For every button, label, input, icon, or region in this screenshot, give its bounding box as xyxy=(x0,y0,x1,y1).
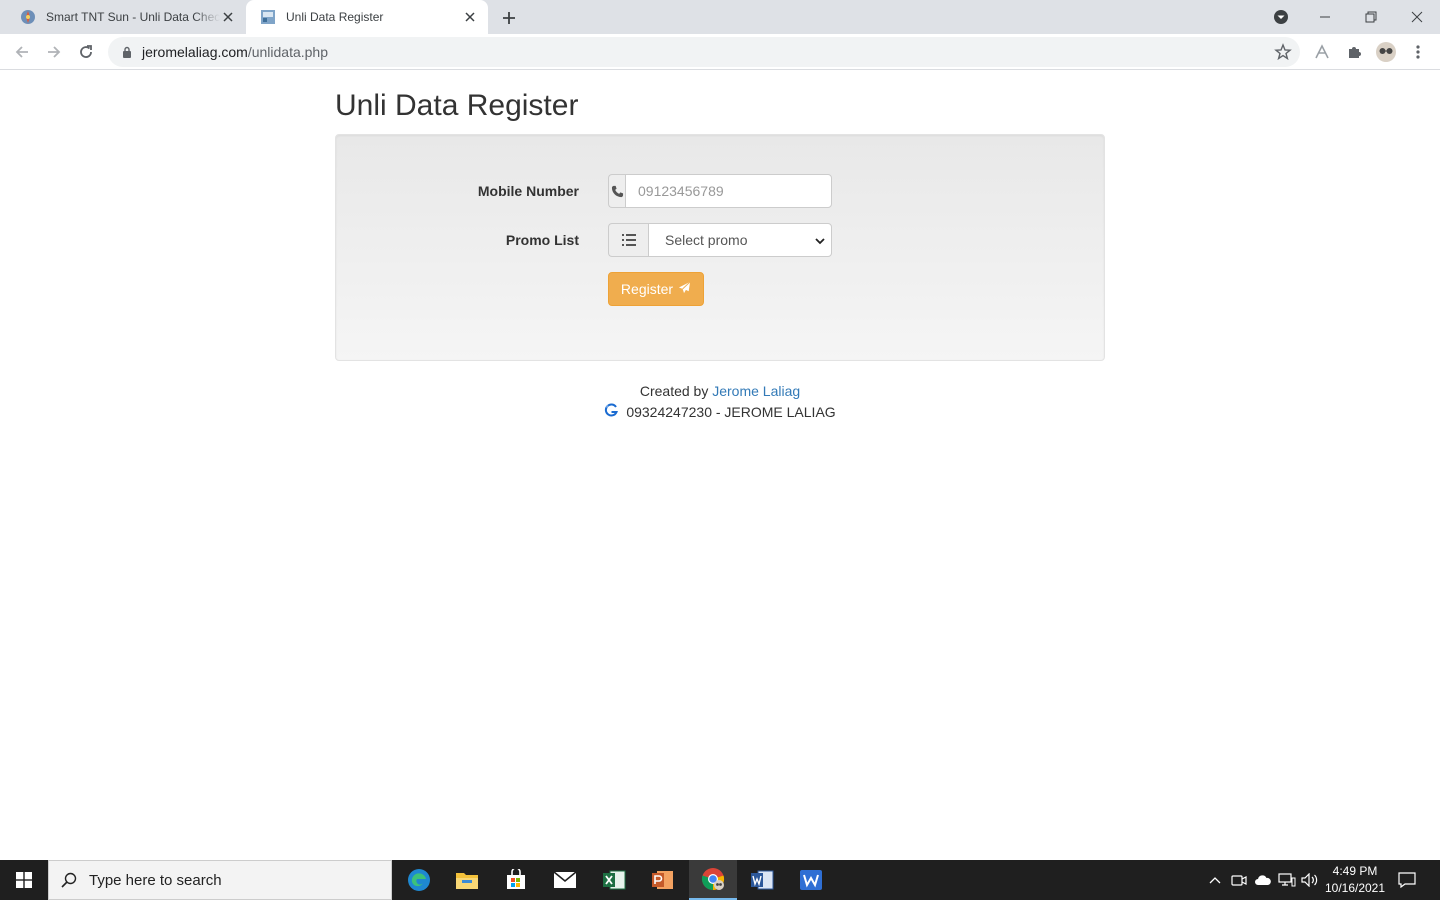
tab-title: Unli Data Register xyxy=(286,10,384,24)
new-tab-button[interactable] xyxy=(498,7,520,29)
send-icon xyxy=(678,281,691,297)
notification-center-icon[interactable] xyxy=(1397,870,1417,890)
restore-icon[interactable] xyxy=(1348,0,1394,34)
browser-toolbar: jeromelaliag.com/unlidata.php xyxy=(0,34,1440,70)
mobile-number-group xyxy=(608,174,832,208)
network-icon[interactable] xyxy=(1277,870,1297,890)
url-path: /unlidata.php xyxy=(247,44,329,60)
windows-start-icon[interactable] xyxy=(0,860,48,900)
promo-select-value: Select promo xyxy=(665,232,748,248)
tab-strip: Smart TNT Sun - Unli Data Checker Unli D… xyxy=(0,0,1440,34)
tab-title: Smart TNT Sun - Unli Data Checker xyxy=(46,10,220,24)
tab-close-icon[interactable] xyxy=(220,9,236,25)
footer-contact-text: 09324247230 - JEROME LALIAG xyxy=(626,403,836,420)
list-icon xyxy=(608,223,648,257)
file-explorer-icon[interactable] xyxy=(443,860,491,900)
lock-icon xyxy=(120,45,134,59)
promo-list-group: Select promo xyxy=(608,223,832,257)
compass-favicon-icon xyxy=(20,9,36,25)
close-window-icon[interactable] xyxy=(1394,0,1440,34)
word-icon[interactable] xyxy=(738,860,786,900)
taskbar-search[interactable]: Type here to search xyxy=(48,860,392,900)
tab-close-icon[interactable] xyxy=(462,9,478,25)
mobile-number-label: Mobile Number xyxy=(477,183,579,199)
chevron-down-icon xyxy=(815,232,825,248)
phone-icon xyxy=(608,174,625,208)
profile-avatar-icon[interactable] xyxy=(1372,38,1400,66)
search-icon xyxy=(61,872,77,888)
extensions-puzzle-icon[interactable] xyxy=(1340,38,1368,66)
footer-credit: Created by Jerome Laliag xyxy=(0,383,1440,399)
tab-unli-data-register[interactable]: Unli Data Register xyxy=(246,0,488,34)
footer-created-by: Created by xyxy=(639,383,709,399)
menu-kebab-icon[interactable] xyxy=(1404,38,1432,66)
register-button[interactable]: Register xyxy=(608,272,704,306)
register-button-label: Register xyxy=(620,281,674,297)
register-form-panel: Mobile Number Promo List Select promo Re… xyxy=(335,134,1105,361)
minimize-icon[interactable] xyxy=(1302,0,1348,34)
gcash-icon xyxy=(604,403,619,420)
mobile-number-input[interactable] xyxy=(625,174,832,208)
show-hidden-icons-chevron-icon[interactable] xyxy=(1205,870,1225,890)
wps-writer-icon[interactable] xyxy=(787,860,835,900)
clock-date: 10/16/2021 xyxy=(1324,881,1386,895)
taskbar-search-placeholder: Type here to search xyxy=(89,871,222,889)
excel-icon[interactable] xyxy=(590,860,638,900)
meet-now-icon[interactable] xyxy=(1229,870,1249,890)
back-icon[interactable] xyxy=(8,38,36,66)
author-link[interactable]: Jerome Laliag xyxy=(712,383,800,399)
url-text: jeromelaliag.com/unlidata.php xyxy=(142,44,328,60)
volume-icon[interactable] xyxy=(1300,870,1320,890)
mail-icon[interactable] xyxy=(541,860,589,900)
promo-list-label: Promo List xyxy=(505,232,579,248)
reload-icon[interactable] xyxy=(72,38,100,66)
url-domain: jeromelaliag.com xyxy=(142,44,248,60)
page-favicon-icon xyxy=(260,9,276,25)
profile-menu-icon[interactable] xyxy=(1258,0,1304,34)
extension-a-icon[interactable] xyxy=(1308,38,1336,66)
onedrive-cloud-icon[interactable] xyxy=(1253,870,1273,890)
windows-taskbar: Type here to search 4:49 PM 10/16/2021 xyxy=(0,860,1440,900)
powerpoint-icon[interactable] xyxy=(639,860,687,900)
bookmark-star-icon[interactable] xyxy=(1274,43,1292,61)
footer-contact: 09324247230 - JEROME LALIAG xyxy=(0,403,1440,420)
clock-time: 4:49 PM xyxy=(1332,864,1378,878)
address-bar[interactable]: jeromelaliag.com/unlidata.php xyxy=(108,37,1300,67)
tab-smart-tnt-sun[interactable]: Smart TNT Sun - Unli Data Checker xyxy=(6,0,246,34)
system-clock[interactable]: 4:49 PM 10/16/2021 xyxy=(1322,863,1388,897)
edge-icon[interactable] xyxy=(395,860,443,900)
page-title: Unli Data Register xyxy=(335,89,579,122)
forward-icon[interactable] xyxy=(40,38,68,66)
microsoft-store-icon[interactable] xyxy=(492,860,540,900)
chrome-icon[interactable] xyxy=(689,860,737,900)
promo-select[interactable]: Select promo xyxy=(648,223,832,257)
